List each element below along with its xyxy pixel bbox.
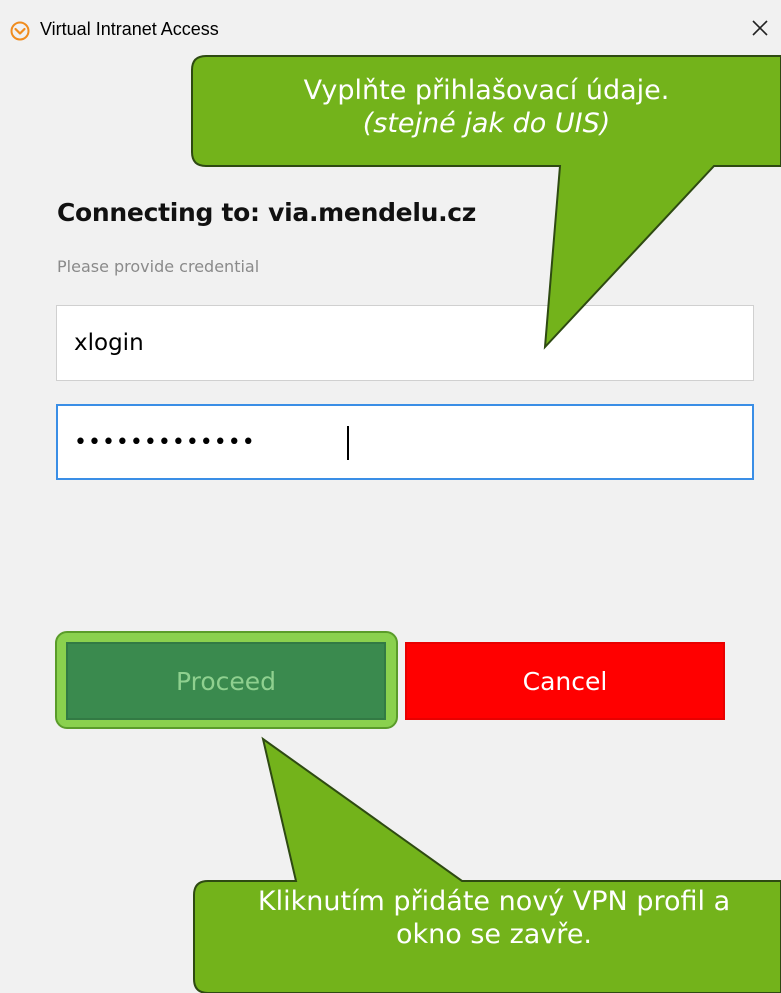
callout-bottom-text: Kliknutím přidáte nový VPN profil a okno… (194, 886, 781, 952)
callout-shapes (191, 55, 781, 993)
vpn-credential-dialog: Virtual Intranet Access Connecting to: v… (0, 0, 781, 993)
text-caret (347, 426, 349, 460)
credential-hint: Please provide credential (57, 257, 260, 276)
proceed-button[interactable]: Proceed (66, 642, 386, 720)
connection-heading: Connecting to: via.mendelu.cz (57, 198, 477, 227)
callout-bottom-bubble (193, 736, 781, 993)
username-field[interactable] (56, 305, 754, 381)
callout-bottom-line1: Kliknutím přidáte nový VPN profil a (257, 886, 731, 917)
password-field[interactable] (56, 404, 754, 480)
callout-top-text: Vyplňte přihlašovací údaje. (stejné jak … (192, 75, 781, 141)
title-bar: Virtual Intranet Access (0, 0, 781, 62)
close-icon (750, 18, 770, 42)
username-input[interactable] (57, 306, 753, 380)
callout-bottom-line2: okno se zavře. (395, 918, 593, 950)
callout-top-line1: Vyplňte přihlašovací údaje. (303, 75, 670, 106)
window-title: Virtual Intranet Access (40, 19, 219, 39)
close-button[interactable] (744, 14, 776, 46)
password-input[interactable] (58, 406, 752, 478)
via-logo-icon (10, 21, 30, 41)
callout-top-line2: (stejné jak do UIS) (362, 107, 611, 139)
cancel-button[interactable]: Cancel (405, 642, 725, 720)
